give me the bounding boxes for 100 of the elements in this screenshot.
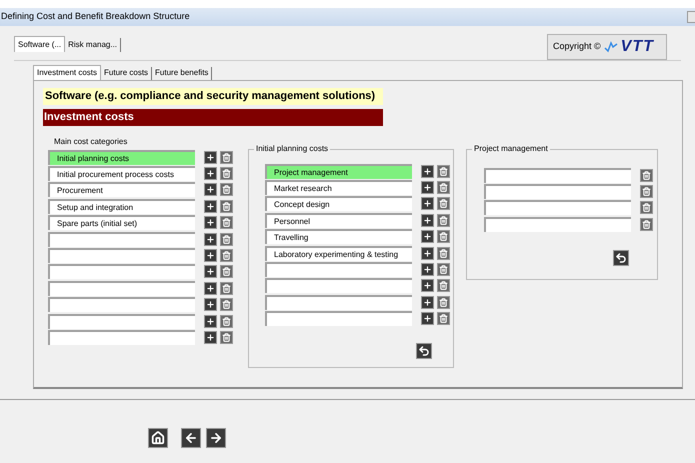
list-field[interactable] <box>265 262 412 278</box>
tab[interactable]: Software (... <box>14 36 66 52</box>
delete-button[interactable] <box>437 181 450 194</box>
list-field[interactable]: Procurement <box>48 182 195 198</box>
add-button[interactable] <box>421 197 434 210</box>
undo-icon <box>418 344 430 357</box>
back-button[interactable] <box>181 428 201 448</box>
delete-button[interactable] <box>220 265 233 278</box>
list-field[interactable] <box>48 330 195 345</box>
list-field[interactable] <box>265 311 412 326</box>
group-title: Project management <box>472 144 550 154</box>
delete-button[interactable] <box>437 230 450 244</box>
delete-button[interactable] <box>220 183 233 196</box>
add-button[interactable] <box>204 216 217 230</box>
list-field[interactable] <box>48 248 195 264</box>
delete-button[interactable] <box>220 167 233 180</box>
delete-button[interactable] <box>220 282 233 295</box>
delete-button[interactable] <box>220 314 233 328</box>
list-field[interactable]: Laboratory experimenting & testing <box>265 246 412 261</box>
plus-icon <box>423 248 432 258</box>
trash-icon <box>642 187 651 196</box>
delete-button[interactable] <box>220 232 233 246</box>
list-field[interactable] <box>484 200 631 216</box>
add-button[interactable] <box>421 263 434 276</box>
add-button[interactable] <box>421 246 434 260</box>
list-field[interactable] <box>48 314 195 329</box>
plus-icon <box>206 185 215 194</box>
list-field[interactable] <box>484 216 631 232</box>
delete-button[interactable] <box>220 249 233 262</box>
list-field[interactable]: Travelling <box>265 229 412 244</box>
list-field[interactable] <box>48 232 195 247</box>
delete-button[interactable] <box>640 185 653 198</box>
list-field[interactable] <box>48 264 195 280</box>
delete-button[interactable] <box>220 298 233 312</box>
add-button[interactable] <box>204 249 217 262</box>
plus-icon <box>423 281 432 290</box>
trash-icon <box>439 265 448 274</box>
add-button[interactable] <box>204 265 217 278</box>
tab[interactable]: Investment costs <box>33 65 102 80</box>
add-button[interactable] <box>421 296 434 309</box>
list-field[interactable]: Spare parts (initial set) <box>48 215 195 230</box>
list-field[interactable] <box>48 280 195 296</box>
trash-icon <box>439 183 448 192</box>
list-field[interactable]: Setup and integration <box>48 198 195 214</box>
add-button[interactable] <box>421 312 434 326</box>
delete-button[interactable] <box>437 214 450 227</box>
delete-button[interactable] <box>220 216 233 230</box>
add-button[interactable] <box>421 214 434 227</box>
list-field[interactable]: Initial planning costs <box>48 150 195 165</box>
window-title: Defining Cost and Benefit Breakdown Structure <box>0 10 190 24</box>
add-button[interactable] <box>204 167 217 180</box>
list-field[interactable] <box>484 168 631 183</box>
undo-button[interactable] <box>613 250 629 266</box>
delete-button[interactable] <box>640 218 653 231</box>
plus-icon <box>206 169 215 178</box>
delete-button[interactable] <box>437 246 450 260</box>
list-label: Main cost categories <box>54 136 128 148</box>
delete-button[interactable] <box>437 279 450 292</box>
delete-button[interactable] <box>437 164 450 178</box>
delete-button[interactable] <box>220 200 233 213</box>
add-button[interactable] <box>204 183 217 196</box>
undo-button[interactable] <box>416 342 432 359</box>
plus-icon <box>206 218 215 228</box>
delete-button[interactable] <box>437 263 450 276</box>
trash-icon <box>222 202 231 211</box>
add-button[interactable] <box>204 298 217 312</box>
delete-button[interactable] <box>437 197 450 210</box>
trash-icon <box>222 267 231 276</box>
add-button[interactable] <box>204 314 217 328</box>
add-button[interactable] <box>204 200 217 213</box>
delete-button[interactable] <box>220 150 233 164</box>
list-field[interactable] <box>265 294 412 310</box>
plus-icon <box>423 298 432 307</box>
delete-button[interactable] <box>437 296 450 309</box>
tab[interactable]: Future costs <box>101 67 152 80</box>
add-button[interactable] <box>204 330 217 344</box>
list-field[interactable] <box>484 184 631 200</box>
list-field[interactable] <box>48 297 195 312</box>
add-button[interactable] <box>421 181 434 194</box>
add-button[interactable] <box>421 279 434 292</box>
add-button[interactable] <box>204 282 217 295</box>
list-field[interactable]: Initial procurement process costs <box>48 166 195 182</box>
list-field[interactable]: Market research <box>265 180 412 196</box>
delete-button[interactable] <box>437 312 450 326</box>
delete-button[interactable] <box>640 201 653 214</box>
plus-icon <box>206 284 215 293</box>
list-field[interactable]: Concept design <box>265 196 412 212</box>
home-button[interactable] <box>148 428 168 448</box>
delete-button[interactable] <box>220 330 233 344</box>
forward-button[interactable] <box>206 428 226 448</box>
list-field[interactable] <box>265 278 412 294</box>
list-field[interactable]: Personnel <box>265 212 412 228</box>
add-button[interactable] <box>204 150 217 164</box>
add-button[interactable] <box>421 164 434 178</box>
tab[interactable]: Future benefits <box>152 67 212 80</box>
add-button[interactable] <box>421 230 434 244</box>
delete-button[interactable] <box>640 168 653 182</box>
add-button[interactable] <box>204 232 217 246</box>
plus-icon <box>423 314 432 324</box>
list-field[interactable]: Project management <box>265 164 412 179</box>
